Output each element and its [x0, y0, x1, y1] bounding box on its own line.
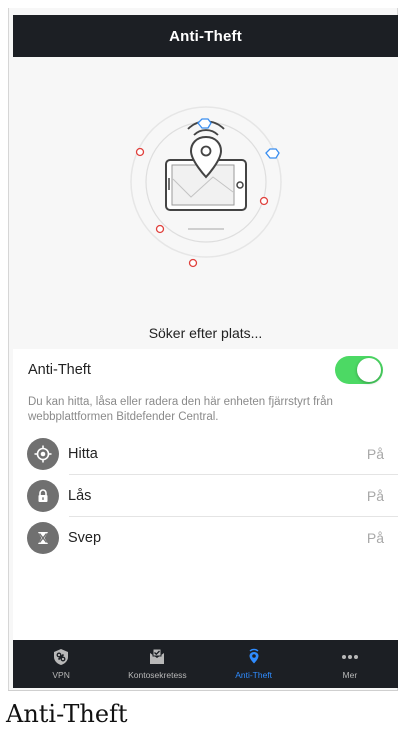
feature-row-wipe[interactable]: Svep På [13, 517, 398, 559]
page-title: Anti-Theft [169, 27, 242, 45]
navigation-bar: Anti-Theft [13, 15, 398, 57]
tab-more[interactable]: Mer [302, 640, 398, 688]
divider-line [8, 690, 398, 691]
red-dot [188, 258, 198, 268]
lock-icon [27, 480, 59, 512]
tab-label: Mer [342, 670, 358, 680]
feature-state: På [366, 530, 384, 546]
anti-theft-description: Du kan hitta, låsa eller radera den här … [28, 396, 333, 423]
signal-arc-inner [193, 129, 219, 136]
tab-anti-theft[interactable]: Anti-Theft [206, 640, 302, 688]
location-pin-icon [249, 648, 259, 664]
account-privacy-icon [150, 648, 165, 664]
feature-state: På [366, 446, 384, 462]
feature-state: På [366, 488, 384, 504]
vpn-shield-icon [54, 649, 69, 665]
tab-label: Anti-Theft [235, 670, 273, 680]
feature-row-locate[interactable]: Hitta På [13, 433, 398, 475]
toggle-knob [357, 358, 381, 382]
pin-center [200, 145, 212, 157]
tab-bar: VPN Kontosekretess Anti-Theft Mer [13, 640, 398, 688]
feature-name: Hitta [68, 446, 98, 462]
blue-hex-dot [197, 118, 212, 129]
red-dot [135, 147, 145, 157]
anti-theft-label: Anti-Theft [28, 362, 91, 378]
search-status: Söker efter plats... [148, 325, 263, 341]
red-dot [155, 224, 165, 234]
anti-theft-toggle[interactable] [335, 356, 383, 384]
feature-list: Hitta På Lås På Svep På [13, 433, 398, 559]
more-icon [341, 655, 358, 659]
app-screen: Anti-Theft Söker efter plats... Anti-The… [13, 15, 398, 688]
screenshot-caption: Anti-Theft [6, 700, 128, 728]
location-search-illustration: Söker efter plats... [13, 57, 398, 349]
tab-label: Kontosekretess [128, 670, 187, 680]
anti-theft-setting-row: Anti-Theft [13, 349, 398, 391]
wipe-icon [27, 522, 59, 554]
tab-vpn[interactable]: VPN [13, 640, 109, 688]
tab-label: VPN [52, 670, 70, 680]
locate-icon [27, 438, 59, 470]
feature-name: Svep [68, 530, 102, 546]
tab-account-privacy[interactable]: Kontosekretess [109, 640, 205, 688]
phone-radar-illustration [130, 106, 282, 268]
phone-button [236, 181, 244, 189]
blue-hex-dot [265, 148, 280, 159]
feature-row-lock[interactable]: Lås På [13, 475, 398, 517]
red-dot [259, 196, 269, 206]
feature-name: Lås [68, 488, 92, 504]
